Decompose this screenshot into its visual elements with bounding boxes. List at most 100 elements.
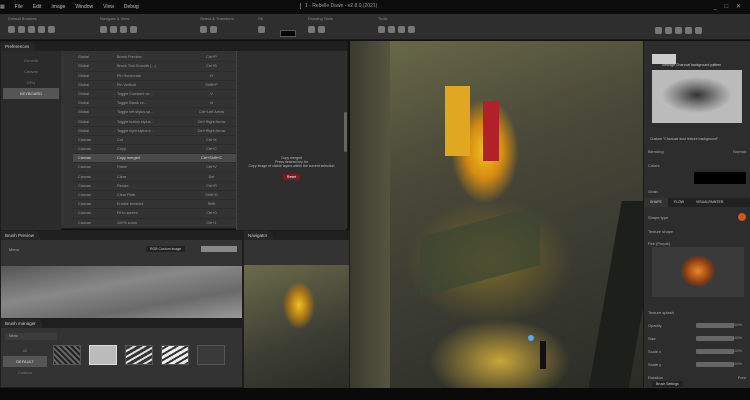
hand-icon[interactable] bbox=[120, 26, 127, 33]
tab-brush-settings[interactable]: Brush Settings bbox=[652, 381, 683, 387]
transform-icon[interactable] bbox=[210, 26, 217, 33]
tab-flow[interactable]: FLOW bbox=[668, 198, 690, 207]
zoom-icon[interactable] bbox=[100, 26, 107, 33]
table-row[interactable]: Canvas Copy Ctrl+C bbox=[73, 145, 236, 155]
table-row[interactable]: Canvas Resize Ctrl+R bbox=[73, 182, 236, 191]
table-row[interactable]: Canvas Clear Del bbox=[73, 173, 236, 182]
table-row[interactable]: Canvas Copy merged Ctrl+Shift+C bbox=[73, 154, 236, 164]
scrollbar[interactable] bbox=[344, 112, 347, 152]
table-row[interactable]: Canvas Cut Ctrl+X bbox=[73, 136, 236, 146]
rotate-icon[interactable] bbox=[110, 26, 117, 33]
brush-icon[interactable] bbox=[8, 26, 15, 33]
preset-icon[interactable] bbox=[655, 27, 662, 34]
reset-button[interactable]: Reset bbox=[282, 174, 301, 180]
eraser-icon[interactable] bbox=[48, 26, 55, 33]
slider-track[interactable] bbox=[696, 348, 734, 354]
menu-window[interactable]: Window bbox=[75, 4, 93, 10]
table-row[interactable]: Global Pin Horizontal H bbox=[73, 72, 236, 81]
slider-row-scale-y[interactable]: Scale y 100% bbox=[648, 360, 746, 368]
blending-label: Blending bbox=[648, 148, 664, 154]
trash-icon[interactable] bbox=[398, 26, 405, 33]
table-row[interactable]: Canvas Fit to screen Ctrl+0 bbox=[73, 209, 236, 219]
window-controls[interactable]: _ □ ✕ bbox=[714, 3, 744, 10]
texture-splash-row[interactable]: Texture splash bbox=[648, 308, 746, 316]
category-all[interactable]: All bbox=[1, 345, 49, 356]
tab-shape[interactable]: SHAPE bbox=[644, 198, 668, 207]
sidebar-item-general[interactable]: General bbox=[1, 55, 61, 66]
painting-canvas[interactable] bbox=[350, 41, 643, 388]
dry-icon[interactable] bbox=[388, 26, 395, 33]
blending-mode[interactable]: Normal bbox=[733, 149, 746, 154]
wet-icon[interactable] bbox=[378, 26, 385, 33]
sidebar-item-gpu[interactable]: GPU bbox=[1, 77, 61, 88]
table-row[interactable]: Canvas Clear Path Shift+D bbox=[73, 191, 236, 201]
blending-row[interactable]: Blending Normal bbox=[648, 147, 746, 155]
app-icon[interactable]: ▦ bbox=[0, 4, 5, 10]
table-row[interactable]: Global Toggle left stylus sp... Ctrl+Left … bbox=[73, 108, 236, 118]
eyedropper-icon[interactable] bbox=[130, 26, 137, 33]
sidebar-item-canvas[interactable]: Canvas bbox=[1, 66, 61, 77]
tab-navigator[interactable]: Navigator bbox=[244, 231, 274, 240]
table-row[interactable]: Global Toggle right stylus e... Ctrl+Right… bbox=[73, 127, 236, 136]
search-input[interactable]: Menu bbox=[5, 333, 57, 340]
tab-visualpainter[interactable]: VISUALPAINTER bbox=[690, 198, 729, 207]
preset-icon[interactable] bbox=[675, 27, 682, 34]
slider-track[interactable] bbox=[696, 335, 734, 341]
texture-shape-row[interactable]: Texture shape bbox=[648, 227, 746, 235]
brush-preview-area[interactable] bbox=[1, 266, 242, 318]
brush-thumb[interactable] bbox=[197, 345, 225, 365]
preset-icon[interactable] bbox=[695, 27, 702, 34]
ruler-icon[interactable] bbox=[308, 26, 315, 33]
toolbar-group-fill: Fill bbox=[258, 16, 268, 34]
tab-preferences[interactable]: Preferences bbox=[1, 42, 36, 51]
category-default[interactable]: DEFAULT bbox=[3, 356, 47, 367]
brush-thumb[interactable] bbox=[89, 345, 117, 365]
tab-brush-preview[interactable]: Brush Preview bbox=[1, 231, 41, 240]
menu-view[interactable]: View bbox=[103, 4, 114, 10]
brush-thumb[interactable] bbox=[53, 345, 81, 365]
slider-row-scale-x[interactable]: Scale x 100% bbox=[648, 347, 746, 355]
rotation-row[interactable]: Rotation Free bbox=[648, 373, 746, 381]
menu-edit[interactable]: Edit bbox=[33, 4, 42, 10]
preset-icon[interactable] bbox=[665, 27, 672, 34]
navigator-thumbnail[interactable] bbox=[244, 265, 349, 388]
menu-button[interactable]: Menu bbox=[9, 247, 19, 252]
table-row[interactable]: Global Pin Vertical Shift+P bbox=[73, 81, 236, 90]
fill-icon[interactable] bbox=[258, 26, 265, 33]
preset-icon[interactable] bbox=[685, 27, 692, 34]
table-row[interactable]: Global Toggle Constant ve... V bbox=[73, 90, 236, 100]
menu-file[interactable]: File bbox=[15, 4, 23, 10]
pencil-icon[interactable] bbox=[38, 26, 45, 33]
slider-row-size[interactable]: Size 100% bbox=[648, 334, 746, 342]
sidebar-item-keyboard[interactable]: KEYBOARD bbox=[3, 88, 59, 99]
table-row[interactable]: Global Toggle Blank ve... N bbox=[73, 99, 236, 109]
select-icon[interactable] bbox=[200, 26, 207, 33]
slider-row-opacity[interactable]: Opacity 100% bbox=[648, 321, 746, 329]
group-cell: Canvas bbox=[78, 174, 91, 179]
table-row[interactable]: Canvas 100% zoom Ctrl+1 bbox=[73, 219, 236, 228]
menu-image[interactable]: Image bbox=[51, 4, 65, 10]
table-row[interactable]: Canvas Enable brushes Shift bbox=[73, 200, 236, 210]
smudge-icon[interactable] bbox=[18, 26, 25, 33]
preview-select[interactable]: RGB Custom image bbox=[146, 246, 186, 252]
menu-debug[interactable]: Debug bbox=[124, 4, 139, 10]
preview-slider[interactable] bbox=[201, 246, 237, 252]
rotation-value[interactable]: Free bbox=[738, 375, 746, 380]
slider-track[interactable] bbox=[696, 322, 734, 328]
slider-track[interactable] bbox=[696, 361, 734, 367]
table-row[interactable]: Global Brush Preview Ctrl+P bbox=[73, 54, 236, 63]
table-row[interactable]: Global Toggle button stylus... Ctrl+Right … bbox=[73, 118, 236, 127]
blend-icon[interactable] bbox=[28, 26, 35, 33]
table-row[interactable]: Canvas Paste Ctrl+V bbox=[73, 163, 236, 173]
blow-icon[interactable] bbox=[408, 26, 415, 33]
brush-thumb[interactable] bbox=[161, 345, 189, 365]
shape-type-icon[interactable] bbox=[738, 213, 746, 221]
brush-thumb[interactable] bbox=[125, 345, 153, 365]
color-well[interactable] bbox=[694, 172, 746, 184]
stencil-icon[interactable] bbox=[318, 26, 325, 33]
shape-type-row[interactable]: Shape type bbox=[648, 213, 746, 221]
color-swatch[interactable] bbox=[280, 30, 296, 37]
tab-brush-manager[interactable]: Brush manager bbox=[1, 319, 42, 328]
category-custom[interactable]: Custom bbox=[1, 367, 49, 378]
table-row[interactable]: Global Brush Tool Smooth (...) Ctrl+B bbox=[73, 62, 236, 72]
